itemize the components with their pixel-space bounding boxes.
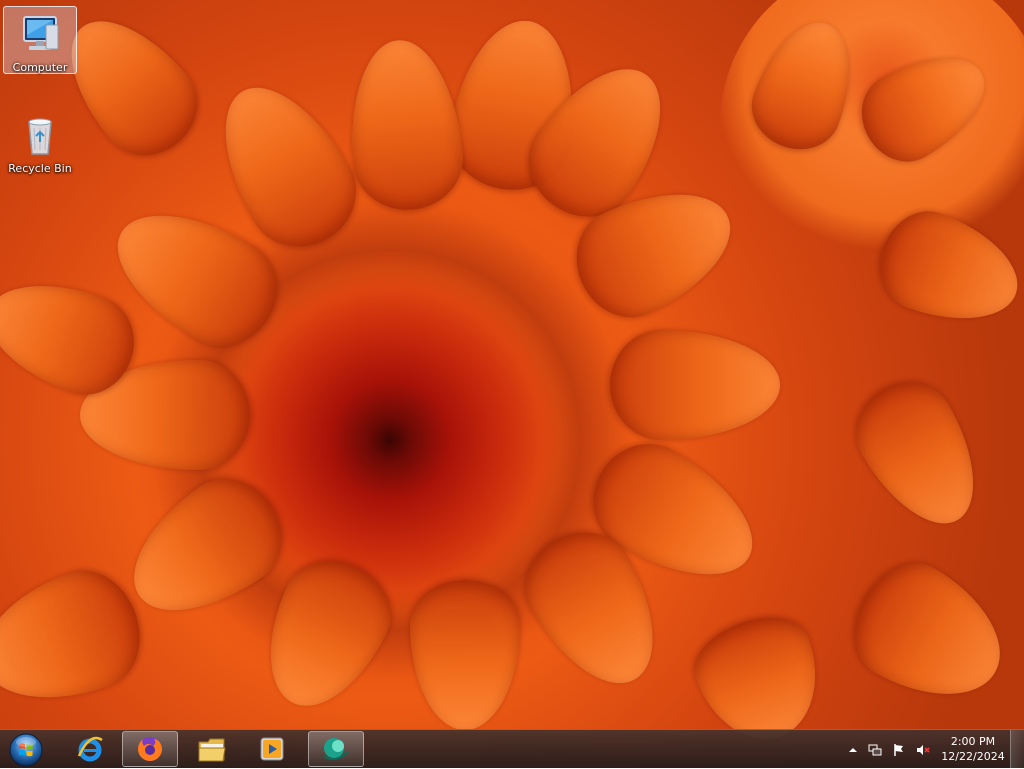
desktop-icon-label: Computer [12,61,68,74]
wallpaper-petal [107,459,303,641]
media-player-icon [260,737,284,761]
windows-start-orb-icon [9,733,43,767]
wallpaper-petal [835,545,1024,725]
desktop-icon-recycle-bin[interactable]: Recycle Bin [3,108,77,176]
action-center-flag-icon[interactable] [892,742,906,756]
firefox-icon [138,737,162,761]
wallpaper-petal [410,580,520,730]
show-desktop-button[interactable] [1010,730,1024,768]
taskbar-button-windows-explorer[interactable] [184,731,240,767]
desktop[interactable]: Computer Recycle Bin [0,0,1024,768]
app-icon [323,738,349,761]
computer-icon [16,11,64,59]
wallpaper-petal [342,35,468,215]
wallpaper-petal [610,330,780,440]
clock-date: 12/22/2024 [941,750,1005,763]
desktop-icon-computer[interactable]: Computer [3,6,77,74]
wallpaper-petal [0,556,156,724]
taskbar-clock[interactable]: 2:00 PM 12/22/2024 [938,734,1008,764]
desktop-icon-label: Recycle Bin [8,162,72,175]
internet-explorer-icon [77,736,103,762]
wallpaper-petal [839,365,1001,545]
recycle-bin-icon [16,112,64,160]
clock-time: 2:00 PM [950,735,996,748]
taskbar-button-internet-explorer[interactable] [62,731,118,767]
taskbar-button-media-player[interactable] [244,731,300,767]
show-hidden-icons-arrow-icon[interactable] [846,742,860,756]
volume-muted-icon[interactable] [916,742,930,756]
taskbar-button-app[interactable] [308,731,364,767]
folder-icon [198,738,226,762]
network-icon[interactable] [868,742,882,756]
taskbar-button-firefox[interactable] [122,731,178,767]
start-button[interactable] [6,731,46,769]
taskbar: 2:00 PM 12/22/2024 [0,729,1024,768]
